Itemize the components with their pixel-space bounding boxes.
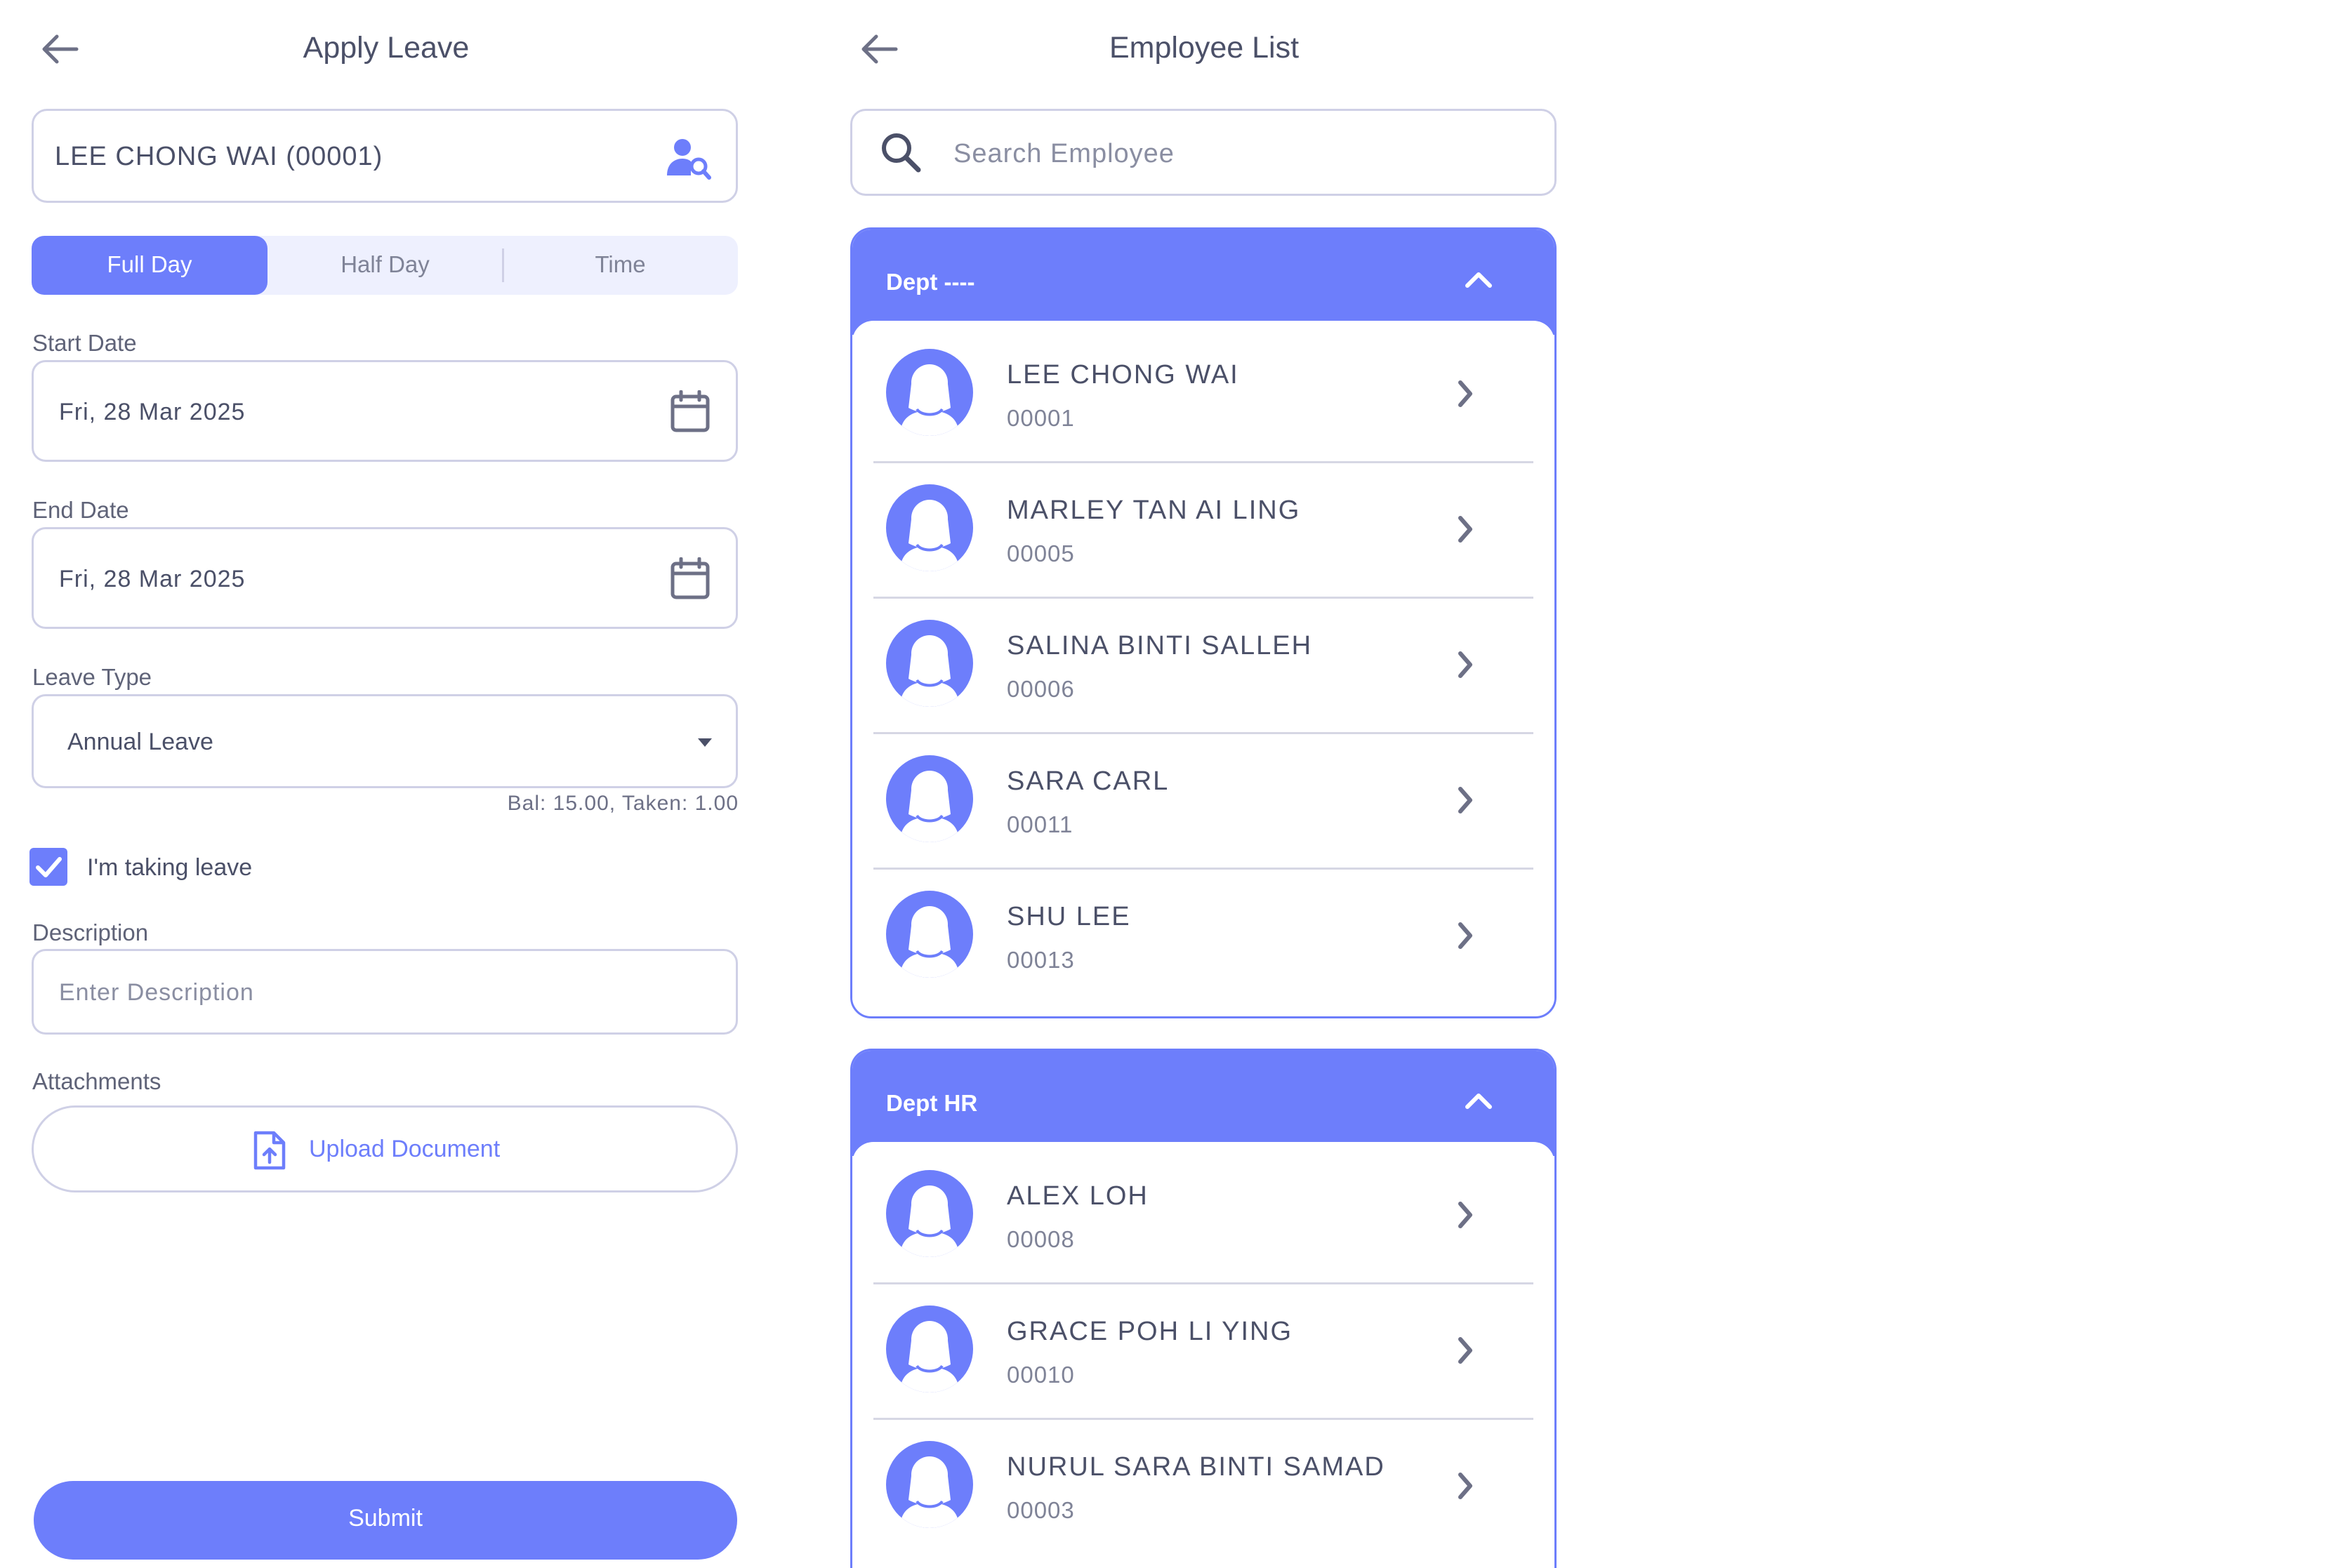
employee-name: ALEX LOH [1007,1181,1149,1211]
employee-name: GRACE POH LI YING [1007,1317,1293,1346]
leave-type-value: Annual Leave [67,729,213,755]
search-icon [879,131,924,175]
employee-code: 00001 [1007,405,1075,431]
employee-code: 00010 [1007,1362,1075,1388]
employee-row[interactable]: SALINA BINTI SALLEH 00006 [852,599,1554,734]
segment-half-day[interactable]: Half Day [267,236,503,293]
taking-leave-label: I'm taking leave [87,854,253,881]
end-date-value: Fri, 28 Mar 2025 [59,566,246,592]
chevron-right-icon [1455,1200,1476,1230]
attachments-label: Attachments [32,1068,161,1094]
avatar-icon [886,1170,973,1257]
chevron-right-icon [1455,378,1476,409]
start-date-label: Start Date [32,330,137,356]
submit-label: Submit [348,1505,423,1532]
submit-button[interactable]: Submit [34,1481,737,1560]
chevron-right-icon [1455,785,1476,816]
employee-code: 00011 [1007,811,1073,837]
checkmark-icon [36,857,62,877]
employee-name: SHU LEE [1007,902,1131,931]
employee-code: 00008 [1007,1226,1075,1252]
employee-row[interactable]: SHU LEE 00013 [852,870,1554,1005]
leave-type-label: Leave Type [32,664,152,690]
leave-duration-segmented: Full Day Half Day Time [32,236,738,295]
description-input[interactable]: Enter Description [32,949,738,1035]
employee-name: LEE CHONG WAI [1007,360,1239,390]
end-date-field[interactable]: Fri, 28 Mar 2025 [32,527,738,629]
avatar-icon [886,1441,973,1528]
employee-list: ALEX LOH 00008 GRACE POH LI YING 00010 N… [852,1142,1554,1555]
employee-row[interactable]: MARLEY TAN AI LING 00005 [852,463,1554,599]
employee-row[interactable]: LEE CHONG WAI 00001 [852,328,1554,463]
leave-balance-text: Bal: 15.00, Taken: 1.00 [507,792,739,815]
department-header[interactable]: Dept ---- [852,230,1554,335]
employee-code: 00006 [1007,676,1075,702]
start-date-value: Fri, 28 Mar 2025 [59,399,246,425]
description-label: Description [32,919,149,945]
employee-name: MARLEY TAN AI LING [1007,496,1301,525]
department-card: Dept HR ALEX LOH 00008 GRACE POH LI YING… [850,1049,1557,1568]
employee-row[interactable]: ALEX LOH 00008 [852,1149,1554,1284]
file-upload-icon [253,1130,286,1171]
avatar-icon [886,620,973,707]
chevron-up-icon[interactable] [1463,269,1494,290]
end-date-label: End Date [32,497,129,523]
department-card: Dept ---- LEE CHONG WAI 00001 MARLEY TAN… [850,227,1557,1018]
user-search-icon[interactable] [666,138,712,180]
calendar-icon[interactable] [669,390,711,434]
avatar-icon [886,891,973,978]
chevron-right-icon [1455,649,1476,680]
avatar-icon [886,349,973,436]
employee-row[interactable]: GRACE POH LI YING 00010 [852,1284,1554,1420]
chevron-up-icon[interactable] [1463,1090,1494,1111]
chevron-right-icon [1455,920,1476,951]
segment-time[interactable]: Time [503,236,738,293]
description-placeholder: Enter Description [59,979,254,1006]
dropdown-caret-icon[interactable] [696,737,713,748]
employee-name: SALINA BINTI SALLEH [1007,631,1313,660]
employee-name: SARA CARL [1007,766,1170,796]
department-name: Dept HR [886,1090,978,1116]
upload-document-button[interactable]: Upload Document [32,1105,738,1192]
employee-row[interactable]: NURUL SARA BINTI SAMAD 00003 [852,1420,1554,1555]
start-date-field[interactable]: Fri, 28 Mar 2025 [32,360,738,462]
segment-full-day[interactable]: Full Day [32,236,267,295]
avatar-icon [886,755,973,842]
back-arrow-icon[interactable] [39,28,81,70]
employee-field-value: LEE CHONG WAI (00001) [55,142,383,171]
search-field[interactable]: Search Employee [850,109,1557,196]
upload-document-label: Upload Document [309,1136,501,1162]
leave-type-select[interactable]: Annual Leave [32,694,738,788]
employee-code: 00003 [1007,1497,1075,1523]
employee-list: LEE CHONG WAI 00001 MARLEY TAN AI LING 0… [852,321,1554,1005]
taking-leave-checkbox[interactable] [29,848,67,886]
department-name: Dept ---- [886,269,975,295]
calendar-icon[interactable] [669,557,711,601]
page-title: Employee List [1109,31,1300,65]
employee-code: 00005 [1007,540,1075,566]
search-input[interactable]: Search Employee [953,139,1175,169]
employee-name: NURUL SARA BINTI SAMAD [1007,1452,1385,1482]
avatar-icon [886,484,973,571]
employee-code: 00013 [1007,947,1075,973]
chevron-right-icon [1455,1335,1476,1366]
avatar-icon [886,1305,973,1393]
chevron-right-icon [1455,514,1476,545]
chevron-right-icon [1455,1470,1476,1501]
employee-row[interactable]: SARA CARL 00011 [852,734,1554,870]
back-arrow-icon[interactable] [858,28,900,70]
employee-field[interactable]: LEE CHONG WAI (00001) [32,109,738,203]
department-header[interactable]: Dept HR [852,1051,1554,1156]
page-title: Apply Leave [303,31,470,65]
